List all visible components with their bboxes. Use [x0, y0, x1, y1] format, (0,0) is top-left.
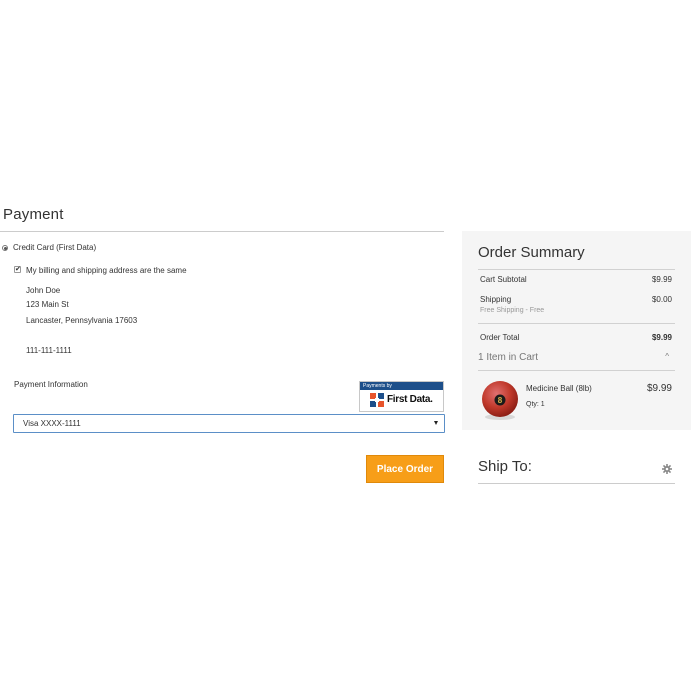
items-in-cart-toggle[interactable]: 1 Item in Cart [478, 352, 538, 363]
shipping-label: Shipping [480, 295, 512, 304]
first-data-badge: Payments by First Data. [359, 381, 444, 412]
first-data-brand: First Data. [387, 394, 433, 405]
ship-to-divider [478, 483, 675, 484]
payment-title: Payment [3, 206, 64, 223]
billing-street: 123 Main St [26, 300, 69, 309]
summary-divider [478, 370, 675, 371]
summary-divider [478, 323, 675, 324]
product-price: $9.99 [646, 383, 672, 394]
order-summary-panel: Order Summary Cart Subtotal $9.99 Shippi… [462, 231, 691, 430]
summary-divider [478, 269, 675, 270]
cart-subtotal-value: $9.99 [651, 275, 672, 284]
shipping-value: $0.00 [651, 295, 672, 304]
billing-city: Lancaster, Pennsylvania 17603 [26, 316, 138, 325]
place-order-button[interactable]: Place Order [366, 455, 444, 483]
billing-name: John Doe [26, 286, 61, 295]
billing-phone: 111-111-1111 [26, 346, 72, 355]
ball-number: 8 [498, 396, 503, 405]
same-address-checkbox[interactable]: ✔ [14, 266, 21, 273]
product-name: Medicine Ball (8lb) [526, 384, 592, 393]
badge-header: Payments by [360, 382, 443, 390]
first-data-logo-icon [370, 393, 384, 407]
payment-information-label: Payment Information [14, 380, 88, 389]
medicine-ball-image: 8 [482, 381, 518, 420]
order-total-label: Order Total [480, 333, 520, 342]
shipping-method-note: Free Shipping - Free [480, 307, 545, 314]
credit-card-radio[interactable] [2, 245, 8, 251]
chevron-down-icon [434, 421, 438, 425]
cart-subtotal-label: Cart Subtotal [480, 275, 527, 284]
credit-card-label[interactable]: Credit Card (First Data) [13, 243, 96, 252]
same-address-label[interactable]: My billing and shipping address are the … [26, 266, 187, 275]
order-summary-title: Order Summary [478, 244, 585, 261]
saved-card-select[interactable]: Visa XXXX-1111 [13, 414, 445, 433]
payment-divider [0, 231, 444, 232]
gear-icon[interactable] [662, 464, 672, 474]
radio-dot-icon [3, 246, 7, 250]
ship-to-title: Ship To: [478, 458, 532, 475]
product-qty: Qty: 1 [526, 401, 545, 408]
saved-card-value: Visa XXXX-1111 [23, 419, 81, 428]
order-total-value: $9.99 [651, 333, 672, 342]
chevron-up-icon[interactable]: ^ [665, 352, 669, 361]
